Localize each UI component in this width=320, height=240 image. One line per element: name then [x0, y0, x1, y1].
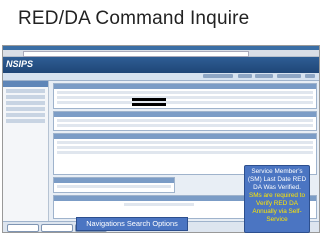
sidebar-menu[interactable] — [3, 81, 49, 232]
app-banner: NSIPS — [3, 57, 319, 73]
callout-line: Service — [266, 216, 288, 223]
callout-note: Service Member’s (SM) Last Date RED DA W… — [244, 165, 310, 233]
app-logo: NSIPS — [6, 59, 34, 69]
email-panel — [53, 111, 317, 131]
official-email-panel — [53, 177, 175, 193]
navigation-label: Navigations Search Options — [76, 217, 188, 231]
previous-in-list-button[interactable] — [41, 224, 73, 232]
top-menu[interactable] — [3, 73, 319, 81]
callout-line: Annually via Self- — [252, 208, 302, 215]
slide-title: RED/DA Command Inquire — [18, 8, 250, 29]
callout-line: Verify RED DA — [256, 200, 298, 207]
redacted-field — [132, 98, 166, 101]
callout-line: (SM) Last Date RED — [247, 176, 307, 183]
callout-line: SMs are required to — [248, 192, 306, 199]
return-to-search-button[interactable] — [7, 224, 39, 232]
phone-panel — [53, 83, 317, 109]
browser-address-bar[interactable] — [3, 50, 319, 57]
callout-line: DA Was Verified. — [253, 184, 301, 191]
redacted-field — [132, 103, 166, 106]
callout-line: Service Member’s — [251, 168, 303, 175]
